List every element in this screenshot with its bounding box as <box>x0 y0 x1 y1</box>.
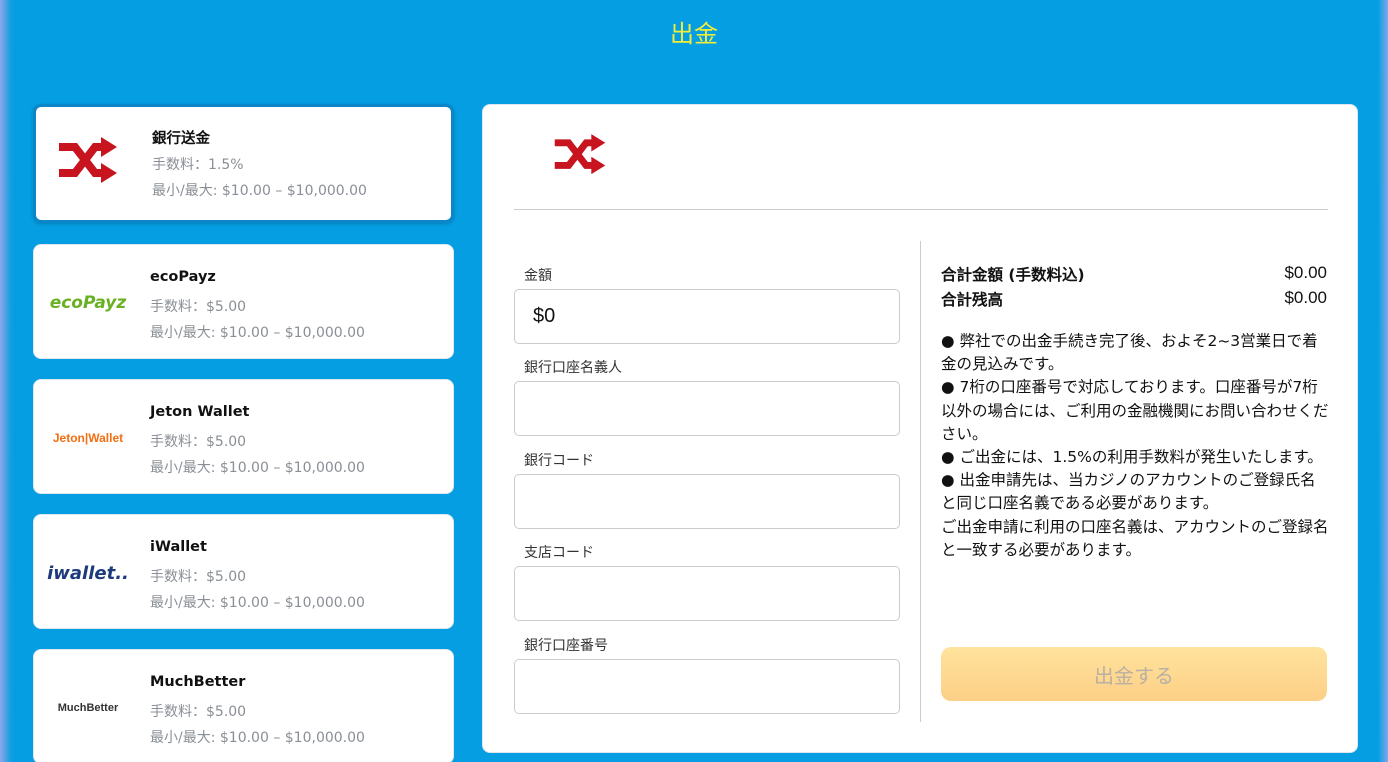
note-item: ● 弊社での出金手続き完了後、およそ2~3営業日で着金の見込みです。 <box>941 332 1318 374</box>
header-divider <box>514 209 1328 210</box>
method-fee: 手数料：$5.00 <box>150 434 247 450</box>
account-number-input[interactable] <box>514 659 900 714</box>
method-card-ecopayz[interactable]: ecoPayz ecoPayz 手数料：$5.00 最小/最大: $10.00 … <box>33 244 454 359</box>
method-limit: 最小/最大: $10.00 – $10,000.00 <box>150 595 365 611</box>
withdrawal-summary: 合計金額 (手数料込) $0.00 合計残高 $0.00 <box>941 263 1327 313</box>
method-limit: 最小/最大: $10.00 – $10,000.00 <box>150 325 365 341</box>
total-balance-label: 合計残高 <box>941 291 1004 309</box>
note-item: ● ご出金には、1.5%の利用手数料が発生いたします。 <box>941 448 1323 467</box>
column-divider <box>920 241 921 722</box>
bank-code-label: 銀行コード <box>524 453 594 469</box>
amount-input[interactable] <box>514 289 900 344</box>
note-item: ご出金申請に利用の口座名義は、アカウントのご登録名と一致する必要があります。 <box>941 517 1329 559</box>
account-name-input[interactable] <box>514 381 900 436</box>
method-name: ecoPayz <box>150 269 216 285</box>
method-limit: 最小/最大: $10.00 – $10,000.00 <box>150 460 365 476</box>
method-name: 銀行送金 <box>152 131 210 147</box>
iwallet-logo: iwallet.. <box>46 543 130 603</box>
account-name-label: 銀行口座名義人 <box>524 360 622 376</box>
account-number-label: 銀行口座番号 <box>524 638 608 654</box>
withdrawal-detail-panel: 金額 銀行口座名義人 銀行コード 支店コード 銀行口座番号 合計金額 (手数料込… <box>482 104 1358 753</box>
branch-code-input[interactable] <box>514 566 900 621</box>
method-fee: 手数料：$5.00 <box>150 299 247 315</box>
withdrawal-notes: ● 弊社での出金手続き完了後、およそ2~3営業日で着金の見込みです。 ● 7桁の… <box>941 330 1331 562</box>
method-fee: 手数料：$5.00 <box>150 569 247 585</box>
jeton-logo: Jeton|Wallet <box>46 408 130 468</box>
jeton-logo-text: Jeton|Wallet <box>52 431 124 445</box>
method-fee: 手数料：$5.00 <box>150 704 247 720</box>
method-card-muchbetter[interactable]: MuchBetter MuchBetter 手数料：$5.00 最小/最大: $… <box>33 649 454 762</box>
method-limit: 最小/最大: $10.00 – $10,000.00 <box>150 730 365 746</box>
bank-transfer-shuffle-icon <box>553 131 607 183</box>
total-amount-value: $0.00 <box>1284 263 1327 282</box>
note-item: ● 出金申請先は、当カジノのアカウントのご登録氏名と同じ口座名義である必要があり… <box>941 471 1316 513</box>
iwallet-logo-text: iwallet.. <box>47 562 129 584</box>
method-name: MuchBetter <box>150 674 246 690</box>
withdraw-submit-button[interactable]: 出金する <box>941 647 1327 701</box>
method-name: iWallet <box>150 539 207 555</box>
method-card-jeton-wallet[interactable]: Jeton|Wallet Jeton Wallet 手数料：$5.00 最小/最… <box>33 379 454 494</box>
method-card-bank-transfer[interactable]: 銀行送金 手数料：1.5% 最小/最大: $10.00 – $10,000.00 <box>33 104 454 223</box>
branch-code-label: 支店コード <box>524 545 594 561</box>
method-card-iwallet[interactable]: iwallet.. iWallet 手数料：$5.00 最小/最大: $10.0… <box>33 514 454 629</box>
amount-label: 金額 <box>524 268 552 284</box>
method-name: Jeton Wallet <box>150 404 250 420</box>
method-fee: 手数料：1.5% <box>152 157 244 173</box>
note-item: ● 7桁の口座番号で対応しております。口座番号が7桁以外の場合には、ご利用の金融… <box>941 378 1329 443</box>
page-title: 出金 <box>670 20 718 48</box>
total-balance-value: $0.00 <box>1284 288 1327 307</box>
muchbetter-logo-text: MuchBetter <box>57 702 119 714</box>
method-limit: 最小/最大: $10.00 – $10,000.00 <box>152 183 367 199</box>
total-amount-label: 合計金額 (手数料込) <box>941 266 1085 284</box>
bank-transfer-shuffle-icon <box>46 131 130 191</box>
bank-code-input[interactable] <box>514 474 900 529</box>
muchbetter-logo: MuchBetter <box>46 678 130 738</box>
ecopayz-logo-text: ecoPayz <box>49 293 127 313</box>
ecopayz-logo: ecoPayz <box>46 273 130 333</box>
